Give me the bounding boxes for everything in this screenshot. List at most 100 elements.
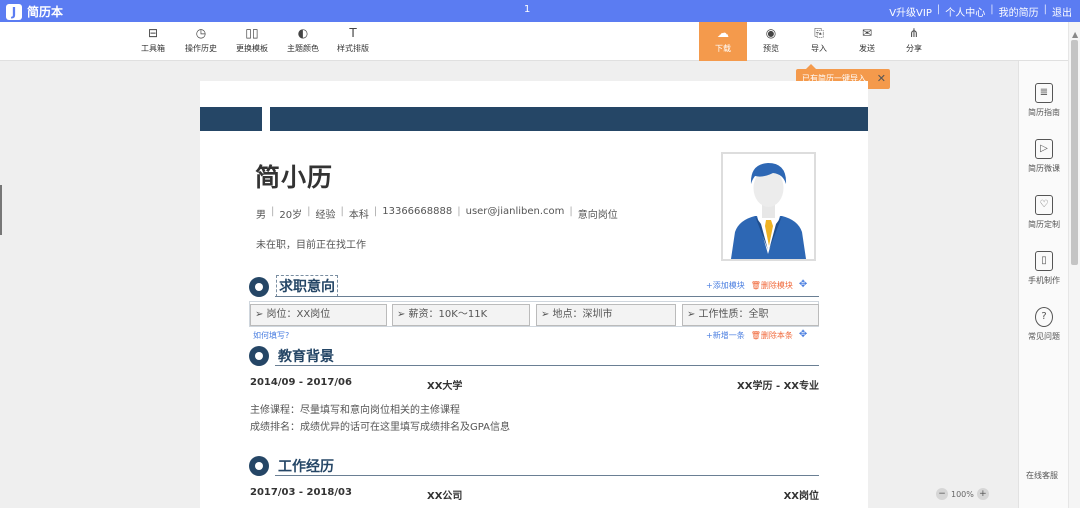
toolbox-icon: ⊟ — [147, 26, 159, 40]
education-courses[interactable]: 主修课程：尽量填写和意向岗位相关的主修课程 — [250, 401, 460, 416]
send-button[interactable]: ✉ 发送 — [842, 26, 892, 54]
resume-course-button[interactable]: ▷ 简历微课 — [1019, 139, 1069, 174]
intent-fields-row: ➢ 岗位：XX岗位 ➢ 薪资：10K～11K ➢ 地点：深圳市 ➢ 工作性质：全… — [249, 301, 819, 327]
download-button[interactable]: ☁ 下载 — [699, 22, 747, 61]
top-bar: J 简历本 1 V升级VIP | 个人中心 | 我的简历 | 退出 — [0, 0, 1080, 22]
share-icon: ⋔ — [908, 26, 920, 40]
resume-name[interactable]: 简小历 — [255, 158, 333, 194]
page-number: 1 — [524, 4, 531, 15]
my-resume-link[interactable]: 我的简历 — [999, 4, 1039, 19]
zoom-level: 100% — [951, 489, 974, 499]
intent-location-field[interactable]: ➢ 地点：深圳市 — [536, 304, 676, 326]
text-style-icon: T — [349, 26, 357, 40]
resume-page: 简小历 男 | 20岁 | 经验 | 本科 | 13366668888 | user@ji… — [200, 81, 868, 508]
move-icon[interactable]: ✥ — [799, 280, 807, 291]
scroll-up-icon[interactable]: ▲ — [1072, 30, 1078, 39]
gender: 男 — [256, 210, 266, 221]
delete-item-button[interactable]: 🗑删除本条 — [751, 330, 793, 341]
delete-module-button[interactable]: 🗑删除模块 — [751, 280, 793, 291]
education-period[interactable]: 2014/09 - 2017/06 — [250, 377, 352, 388]
zoom-in-button[interactable]: + — [976, 488, 989, 500]
change-template-button[interactable]: ▯▯ 更换模板 — [227, 26, 277, 54]
import-icon: ⎘ — [814, 26, 824, 40]
phone: 13366668888 — [382, 206, 453, 217]
palette-icon: ◐ — [297, 26, 309, 40]
work-position[interactable]: XX岗位 — [784, 487, 819, 502]
question-icon: ? — [1035, 307, 1053, 327]
custom-icon: ♡ — [1035, 195, 1053, 215]
app-logo[interactable]: J 简历本 — [6, 3, 63, 20]
guide-icon: ≣ — [1035, 83, 1053, 103]
style-layout-button[interactable]: T 样式排版 — [328, 26, 378, 54]
work-period[interactable]: 2017/03 - 2018/03 — [250, 487, 352, 498]
history-icon: ◷ — [195, 26, 207, 40]
job-status[interactable]: 未在职，目前正在找工作 — [256, 236, 366, 251]
scroll-thumb[interactable] — [1071, 40, 1078, 265]
history-button[interactable]: ◷ 操作历史 — [176, 26, 226, 54]
education-ranking[interactable]: 成绩排名：成绩优异的话可在这里填写成绩排名及GPA信息 — [250, 418, 510, 433]
app-name: 简历本 — [27, 5, 64, 19]
resume-guide-button[interactable]: ≣ 简历指南 — [1019, 83, 1069, 118]
resume-custom-button[interactable]: ♡ 简历定制 — [1019, 195, 1069, 230]
personal-center-link[interactable]: 个人中心 — [945, 4, 985, 19]
module-actions: +添加模块 🗑删除模块 ✥ — [706, 280, 807, 291]
mobile-make-button[interactable]: ▯ 手机制作 — [1019, 251, 1069, 286]
cloud-download-icon: ☁ — [717, 26, 729, 40]
intent-salary-field[interactable]: ➢ 薪资：10K～11K — [392, 304, 530, 326]
section-education[interactable]: 教育背景 — [249, 346, 819, 366]
intent-type-field[interactable]: ➢ 工作性质：全职 — [682, 304, 819, 326]
add-item-button[interactable]: +新增一条 — [706, 330, 745, 341]
preview-button[interactable]: ◉ 预览 — [746, 26, 796, 54]
section-title[interactable]: 求职意向 — [276, 275, 338, 297]
eye-icon: ◉ — [765, 26, 777, 40]
vertical-scrollbar[interactable]: ▲ — [1068, 22, 1080, 508]
avatar[interactable] — [721, 152, 816, 261]
toolbox-button[interactable]: ⊟ 工具箱 — [128, 26, 178, 54]
theme-color-button[interactable]: ◐ 主题颜色 — [278, 26, 328, 54]
editor-toolbar: ⊟ 工具箱 ◷ 操作历史 ▯▯ 更换模板 ◐ 主题颜色 T 样式排版 ☁ 下载 … — [0, 22, 1080, 61]
how-to-fill-link[interactable]: 如何填写? — [253, 330, 289, 341]
trash-icon: 🗑 — [750, 331, 761, 340]
account-links: V升级VIP | 个人中心 | 我的简历 | 退出 — [889, 4, 1072, 19]
video-icon: ▷ — [1035, 139, 1053, 159]
section-divider — [275, 475, 819, 476]
avatar-illustration — [723, 154, 814, 259]
faq-button[interactable]: ? 常见问题 — [1019, 307, 1069, 342]
close-icon[interactable]: ✕ — [877, 69, 886, 89]
work-company[interactable]: XX公司 — [427, 487, 462, 502]
section-work[interactable]: 工作经历 — [249, 456, 819, 476]
header-band-right — [270, 107, 868, 131]
education-degree[interactable]: XX学历 - XX专业 — [737, 377, 819, 392]
add-module-button[interactable]: +添加模块 — [706, 280, 745, 291]
section-divider — [275, 296, 819, 297]
help-sidebar: ≣ 简历指南 ▷ 简历微课 ♡ 简历定制 ▯ 手机制作 ? 常见问题 — [1018, 61, 1068, 508]
online-service-link[interactable]: 在线客服 — [1026, 470, 1058, 481]
experience: 经验 — [315, 210, 336, 221]
zoom-control: − 100% + — [936, 488, 989, 500]
zoom-out-button[interactable]: − — [936, 488, 948, 500]
share-button[interactable]: ⋔ 分享 — [889, 26, 939, 54]
logout-link[interactable]: 退出 — [1052, 4, 1072, 19]
move-icon[interactable]: ✥ — [799, 330, 807, 341]
section-bullet-icon — [249, 277, 269, 297]
mail-icon: ✉ — [861, 26, 873, 40]
target-position: 意向岗位 — [577, 210, 618, 221]
upgrade-vip-link[interactable]: V升级VIP — [889, 4, 932, 19]
import-button[interactable]: ⎘ 导入 — [794, 26, 844, 54]
header-band-left — [200, 107, 262, 131]
section-bullet-icon — [249, 456, 269, 476]
item-actions: +新增一条 🗑删除本条 ✥ — [706, 330, 807, 341]
section-title[interactable]: 教育背景 — [278, 346, 334, 366]
intent-position-field[interactable]: ➢ 岗位：XX岗位 — [250, 304, 387, 326]
phone-icon: ▯ — [1035, 251, 1053, 271]
section-divider — [275, 365, 819, 366]
section-bullet-icon — [249, 346, 269, 366]
age: 20岁 — [279, 210, 303, 221]
template-icon: ▯▯ — [245, 26, 259, 40]
logo-icon: J — [6, 3, 22, 20]
email: user@jianliben.com — [465, 206, 565, 217]
education-school[interactable]: XX大学 — [427, 377, 462, 392]
basic-info[interactable]: 男 | 20岁 | 经验 | 本科 | 13366668888 | user@jianli… — [256, 206, 618, 221]
section-title[interactable]: 工作经历 — [278, 456, 334, 476]
left-edge-handle[interactable] — [0, 185, 2, 235]
